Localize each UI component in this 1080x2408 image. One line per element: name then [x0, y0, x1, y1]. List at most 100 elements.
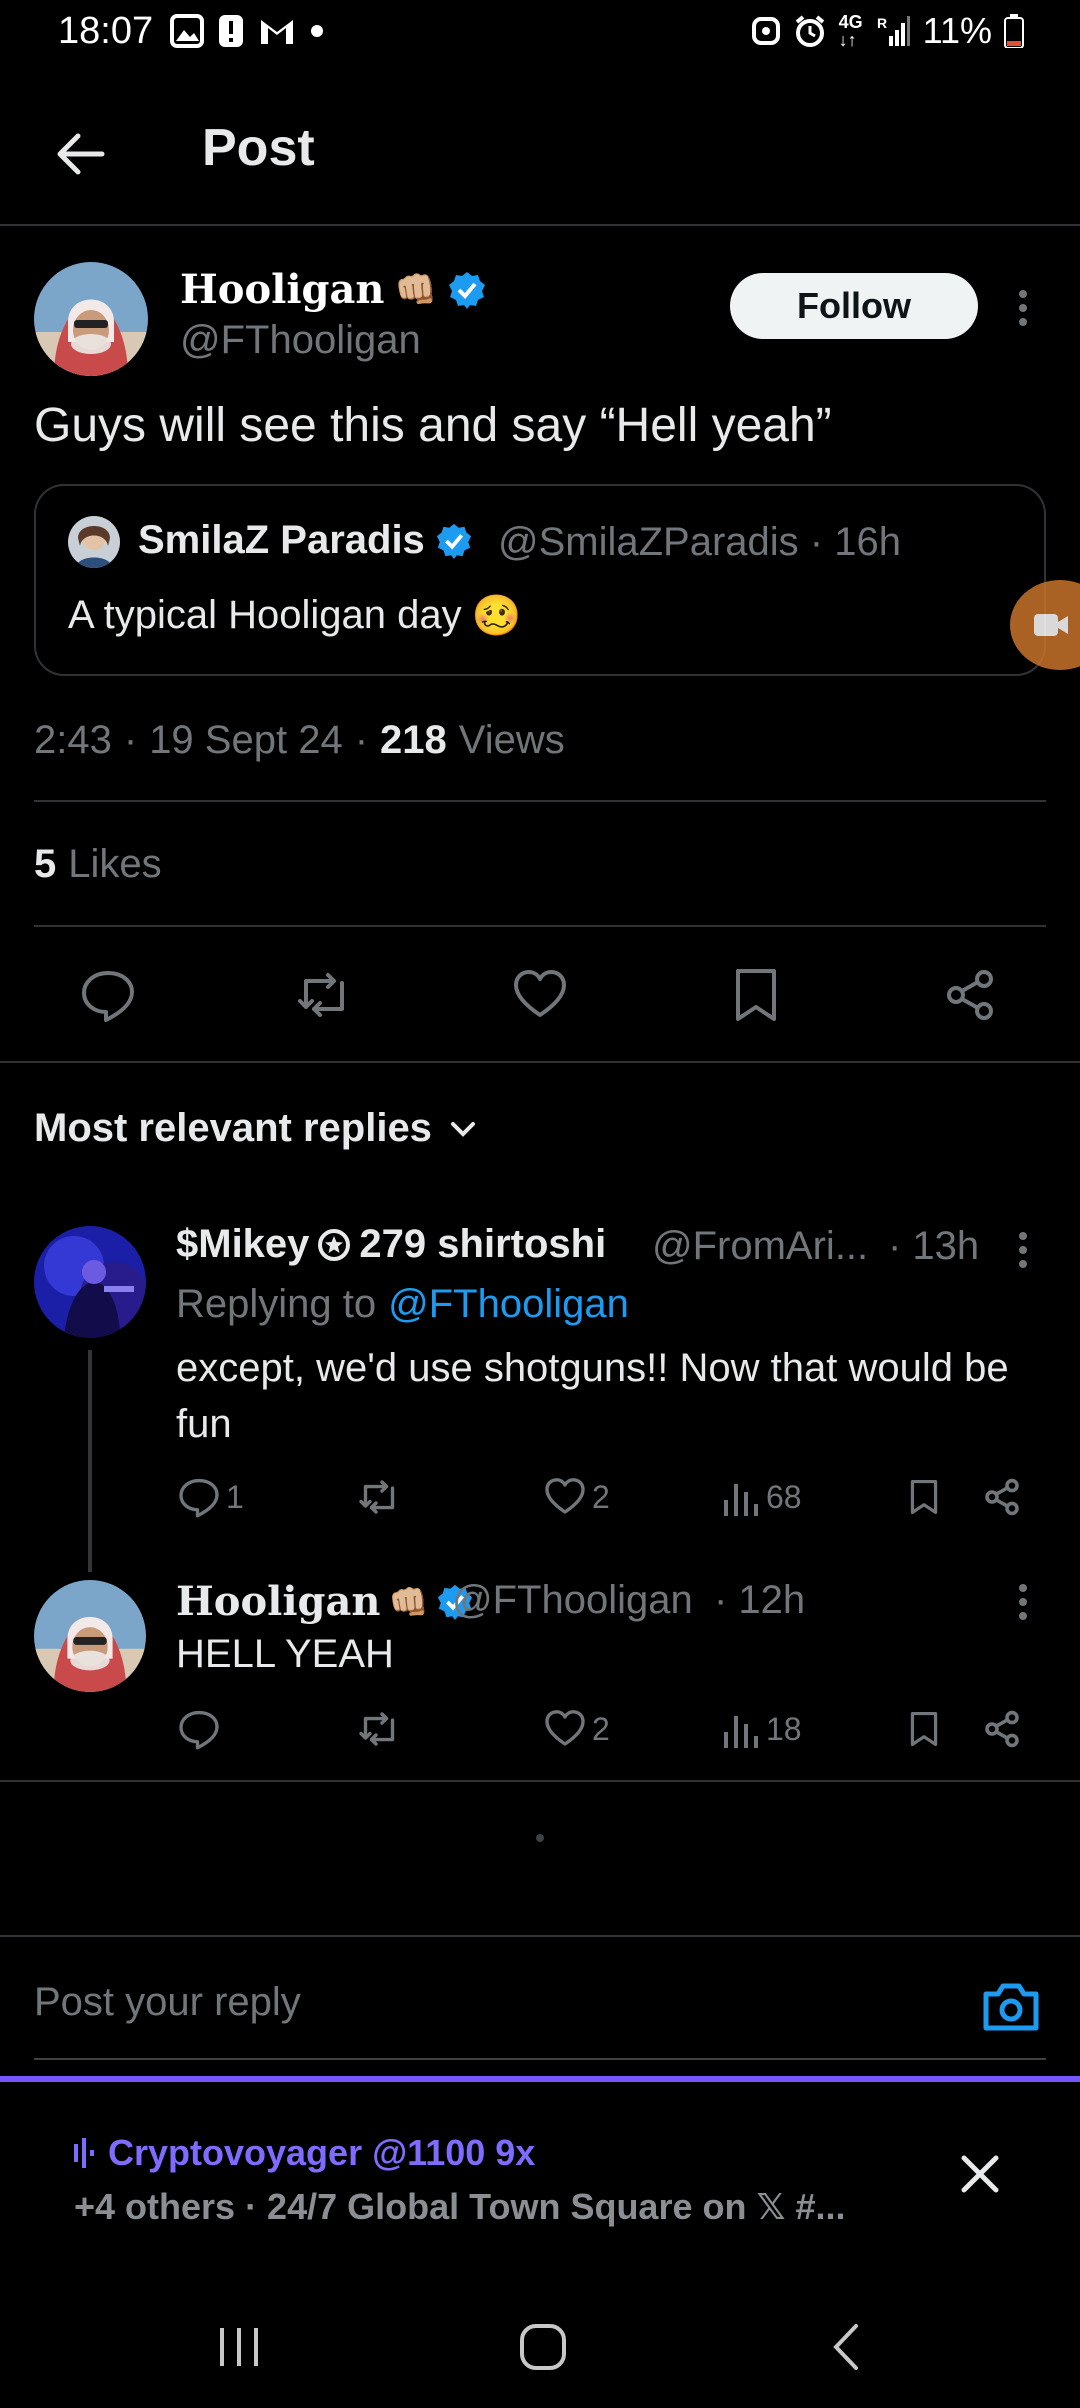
divider	[0, 1780, 1080, 1782]
dot-icon	[311, 25, 323, 37]
divider	[0, 1061, 1080, 1063]
share-icon	[985, 1478, 1019, 1516]
reply-avatar[interactable]	[34, 1226, 146, 1338]
data-saver-icon	[751, 17, 780, 45]
verified-badge-icon	[448, 271, 485, 309]
live-space-bar[interactable]: Cryptovoyager @1100 9x +4 others · 24/7 …	[0, 2076, 1080, 2256]
reply-input[interactable]: Post your reply	[34, 1980, 301, 2025]
post-action-bar	[0, 955, 1080, 1035]
analytics-icon	[724, 1484, 758, 1516]
reply-share-button[interactable]	[982, 1476, 1022, 1518]
replying-to-link[interactable]: @FThooligan	[388, 1282, 629, 1327]
quote-author-name[interactable]: SmilaZ Paradis	[138, 518, 473, 563]
status-notification-icons	[170, 14, 324, 48]
network-type: 4G ↓↑	[838, 12, 863, 50]
more-vertical-icon	[1019, 1584, 1027, 1620]
divider	[34, 800, 1046, 802]
woozy-emoji: 🥴	[471, 594, 522, 638]
loading-dot	[536, 1834, 544, 1842]
alarm-icon	[795, 15, 824, 47]
system-back-button[interactable]	[826, 2322, 866, 2372]
camera-button[interactable]	[982, 1980, 1040, 2032]
quote-text: A typical Hooligan day 🥴	[68, 593, 522, 638]
page-title: Post	[202, 119, 315, 177]
reply-time: · 12h	[714, 1578, 806, 1622]
bookmark-button[interactable]	[728, 967, 784, 1023]
reply-handle: @FromAri...	[652, 1224, 869, 1268]
system-nav-bar	[0, 2290, 1080, 2408]
share-icon	[985, 1710, 1019, 1748]
reply-more-button[interactable]	[1010, 1582, 1036, 1622]
heart-icon	[514, 970, 566, 1017]
repost-button[interactable]	[294, 967, 350, 1023]
reply-author-name[interactable]: $Mikey 279 shirtoshi	[176, 1222, 606, 1267]
verified-badge-icon	[436, 523, 471, 559]
heart-icon	[545, 1710, 585, 1746]
reply-author-name[interactable]: Hooligan 👊🏼	[176, 1578, 474, 1625]
reply-comment-button[interactable]: 1	[178, 1476, 244, 1518]
divider	[0, 1935, 1080, 1937]
top-header: Post	[0, 90, 1080, 226]
reply-handle: @FThooligan	[452, 1578, 693, 1622]
recents-icon	[220, 2328, 258, 2366]
bookmark-icon	[910, 1479, 938, 1515]
reply-action-bar: 1 2 68	[0, 1476, 1080, 1526]
repost-icon	[359, 1480, 395, 1514]
star-badge-icon	[318, 1228, 351, 1261]
reply-repost-button[interactable]	[356, 1708, 402, 1750]
quote-avatar[interactable]	[68, 516, 120, 568]
gallery-icon	[170, 14, 204, 48]
share-button[interactable]	[942, 967, 998, 1023]
home-button[interactable]	[518, 2322, 568, 2372]
likes-label: Likes	[68, 842, 162, 886]
recents-button[interactable]	[216, 2324, 262, 2370]
reply-views-button[interactable]: 68	[722, 1476, 802, 1518]
space-close-button[interactable]	[956, 2150, 1004, 2198]
reply-button[interactable]	[80, 967, 136, 1023]
like-button[interactable]	[512, 967, 568, 1023]
follow-button[interactable]: Follow	[730, 273, 978, 339]
reply-bookmark-button[interactable]	[906, 1708, 942, 1750]
arrow-left-icon	[57, 133, 105, 175]
replies-sort-dropdown[interactable]: Most relevant replies	[34, 1106, 478, 1151]
views-count: 218	[380, 718, 447, 762]
reply-like-button[interactable]: 2	[544, 1476, 610, 1518]
reply-views-button[interactable]: 18	[722, 1708, 802, 1750]
comment-icon	[179, 1478, 219, 1518]
reply-input-underline	[34, 2058, 1046, 2060]
reply-repost-button[interactable]	[356, 1476, 402, 1518]
signal-icon: R	[877, 15, 910, 46]
status-bar: 18:07 4G ↓↑ R 11%	[0, 0, 1080, 70]
reply-share-button[interactable]	[982, 1708, 1022, 1750]
status-right: 4G ↓↑ R 11%	[751, 10, 1024, 52]
gmail-icon	[261, 20, 293, 44]
post-time: 2:43	[34, 718, 112, 762]
reply-more-button[interactable]	[1010, 1230, 1036, 1270]
author-handle: @FThooligan	[180, 318, 421, 362]
bookmark-icon	[736, 969, 776, 1021]
home-icon	[520, 2324, 566, 2370]
status-time: 18:07	[58, 10, 154, 52]
reply-avatar[interactable]	[34, 1580, 146, 1692]
battery-percent: 11%	[922, 10, 992, 51]
reply-action-bar: 2 18	[0, 1708, 1080, 1758]
back-button[interactable]	[50, 124, 110, 184]
chevron-down-icon	[450, 1121, 475, 1137]
comment-icon	[179, 1710, 219, 1750]
reply-comment-button[interactable]	[178, 1708, 220, 1750]
fist-emoji: 👊🏼	[394, 269, 437, 310]
reply-text: except, we'd use shotguns!! Now that wou…	[176, 1346, 1009, 1446]
battery-icon	[1004, 14, 1024, 48]
post-date: 19 Sept 24	[149, 718, 343, 762]
views-label: Views	[458, 718, 565, 762]
likes-summary[interactable]: 5 Likes	[34, 842, 162, 887]
reply-like-button[interactable]: 2	[544, 1708, 610, 1750]
post-text: Guys will see this and say “Hell yeah”	[34, 399, 832, 452]
reply-bookmark-button[interactable]	[906, 1476, 942, 1518]
author-avatar[interactable]	[34, 262, 148, 376]
quoted-post-card[interactable]: SmilaZ Paradis @SmilaZParadis · 16h A ty…	[34, 484, 1046, 676]
close-icon	[961, 2155, 999, 2193]
post-more-button[interactable]	[1010, 286, 1036, 330]
author-name[interactable]: Hooligan 👊🏼	[180, 266, 487, 313]
alert-icon	[219, 15, 243, 47]
